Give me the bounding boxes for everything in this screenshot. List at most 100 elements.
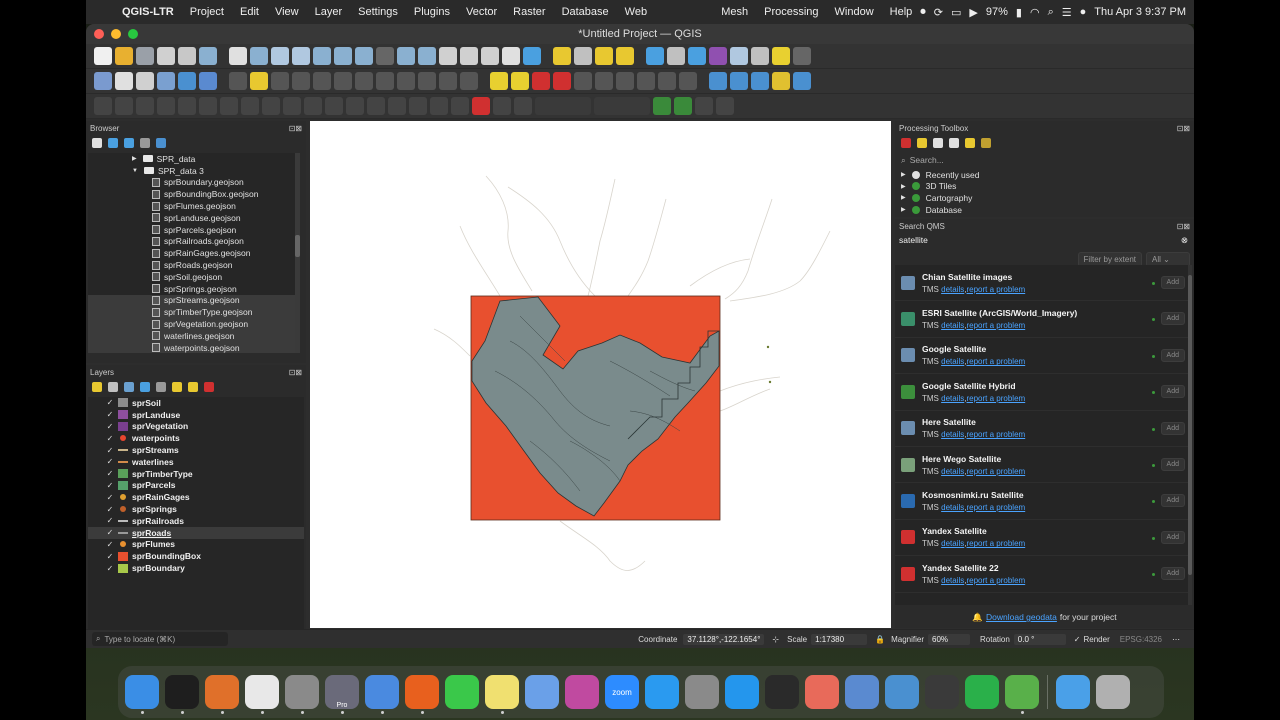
new-temporary-layer-icon[interactable] (178, 72, 196, 90)
save-edits-icon[interactable] (271, 72, 289, 90)
menu-processing[interactable]: Processing (756, 6, 826, 18)
new-spatialite-icon[interactable] (157, 72, 175, 90)
lock-scale-icon[interactable]: 🔒 (875, 635, 885, 644)
new-project-icon[interactable] (94, 47, 112, 65)
report-problem-link[interactable]: report a problem (966, 467, 1025, 476)
clock[interactable]: Thu Apr 3 9:37 PM (1094, 6, 1186, 18)
layer-item[interactable]: ✓ sprVegetation (88, 421, 304, 433)
map-tips-icon[interactable] (772, 47, 790, 65)
menu-window[interactable]: Window (827, 6, 882, 18)
shape-tool-icon[interactable] (136, 97, 154, 115)
topological-editing-icon[interactable] (653, 97, 671, 115)
layer-visibility-checkbox[interactable]: ✓ (102, 493, 118, 502)
report-problem-link[interactable]: report a problem (966, 503, 1025, 512)
menu-mesh[interactable]: Mesh (713, 6, 756, 18)
tree-file-item[interactable]: sprRoads.geojson (88, 259, 296, 271)
add-part-icon[interactable] (241, 97, 259, 115)
options-icon[interactable] (981, 138, 991, 148)
remove-layer-icon[interactable] (204, 382, 214, 392)
tree-file-item[interactable]: sprVegetation.geojson (88, 318, 296, 330)
reverse-line-icon[interactable] (367, 97, 385, 115)
tree-file-item[interactable]: sprFlumes.geojson (88, 200, 296, 212)
tree-folder-item[interactable]: ▶ SPR_data (88, 153, 296, 165)
models-icon[interactable] (901, 138, 911, 148)
layer-item[interactable]: ✓ sprBoundary (88, 562, 304, 574)
layer-visibility-checkbox[interactable]: ✓ (102, 540, 118, 549)
dock-terminal-icon[interactable] (165, 675, 199, 714)
redo-icon[interactable] (460, 72, 478, 90)
filter-by-expression-icon[interactable] (156, 382, 166, 392)
zoom-out-icon[interactable] (292, 47, 310, 65)
add-feature-icon[interactable] (292, 72, 310, 90)
menu-plugins[interactable]: Plugins (406, 6, 458, 18)
delete-selected-icon[interactable] (355, 72, 373, 90)
qms-scrollbar[interactable] (1188, 265, 1192, 605)
edit-features-in-place-icon[interactable] (965, 138, 975, 148)
dashboard-icon[interactable]: ▭ (951, 6, 961, 19)
snap-intersections-icon[interactable] (674, 97, 692, 115)
label-tool-icon[interactable] (490, 72, 508, 90)
refresh-icon[interactable] (523, 47, 541, 65)
sync-icon[interactable]: ⟳ (934, 6, 943, 19)
tree-file-item[interactable]: sprBoundary.geojson (88, 177, 296, 189)
processing-search[interactable]: ⌕ Search... (901, 153, 1188, 167)
layer-item[interactable]: ✓ sprRoads (88, 526, 304, 539)
layer-visibility-checkbox[interactable]: ✓ (102, 564, 118, 573)
menu-help[interactable]: Help (882, 6, 921, 18)
filter-legend-icon[interactable] (140, 382, 150, 392)
tree-file-item[interactable]: sprSprings.geojson (88, 283, 296, 295)
delete-part-icon[interactable] (304, 97, 322, 115)
pan-to-selection-icon[interactable] (250, 47, 268, 65)
qms-service-item[interactable]: Google Satellite Hybrid TMS details,repor… (895, 374, 1191, 411)
dock-finder-icon[interactable] (125, 675, 159, 714)
details-link[interactable]: details (941, 576, 964, 585)
snapping-icon[interactable] (472, 97, 490, 115)
layer-visibility-checkbox[interactable]: ✓ (102, 505, 118, 514)
layer-item[interactable]: ✓ sprFlumes (88, 539, 304, 551)
callout-icon[interactable] (658, 72, 676, 90)
coordinate-field[interactable]: 37.1128°,-122.1654° (683, 633, 765, 645)
snapping-units-select[interactable] (594, 97, 650, 115)
layer-visibility-checkbox[interactable]: ✓ (102, 434, 118, 443)
layer-visibility-checkbox[interactable]: ✓ (102, 457, 118, 466)
menu-raster[interactable]: Raster (505, 6, 553, 18)
processing-item[interactable]: ▶ Recently used (895, 169, 1194, 181)
open-table-icon[interactable] (730, 47, 748, 65)
layer-styling-icon[interactable] (92, 382, 102, 392)
open-project-icon[interactable] (115, 47, 133, 65)
dock-trash-icon[interactable] (1096, 675, 1130, 709)
tree-file-item[interactable]: sprSoil.geojson (88, 271, 296, 283)
filter-icon[interactable] (124, 138, 134, 148)
split-features-icon[interactable] (409, 97, 427, 115)
layer-item[interactable]: ✓ waterlines (88, 456, 304, 468)
menu-settings[interactable]: Settings (350, 6, 406, 18)
clear-search-icon[interactable]: ⊗ (1181, 235, 1188, 246)
play-icon[interactable]: ▶ (969, 6, 977, 19)
layer-visibility-checkbox[interactable]: ✓ (102, 410, 118, 419)
panel-float-close-icon[interactable]: ⊡⊠ (1177, 222, 1190, 231)
details-link[interactable]: details (941, 394, 964, 403)
cut-features-icon[interactable] (376, 72, 394, 90)
dock-settings-icon[interactable] (685, 675, 719, 709)
dock-grid-icon[interactable] (925, 675, 959, 709)
bookmark-icon[interactable] (481, 47, 499, 65)
style-manager-icon[interactable] (199, 47, 217, 65)
undo-icon[interactable] (439, 72, 457, 90)
help-icon[interactable] (793, 72, 811, 90)
zoom-last-icon[interactable] (397, 47, 415, 65)
data-source-manager-icon[interactable] (94, 72, 112, 90)
layer-visibility-checkbox[interactable]: ✓ (102, 398, 118, 407)
details-link[interactable]: details (941, 430, 964, 439)
tree-file-item[interactable]: sprRainGages.geojson (88, 247, 296, 259)
zoom-window-button[interactable] (128, 29, 138, 39)
dock-firefox-icon[interactable] (405, 675, 439, 714)
control-center-icon[interactable]: ☰ (1062, 6, 1072, 19)
select-by-expression-icon[interactable] (616, 47, 634, 65)
web-service-icon[interactable] (730, 72, 748, 90)
qms-service-item[interactable]: Yandex Satellite 22 TMS details,report a … (895, 556, 1191, 593)
report-problem-link[interactable]: report a problem (966, 357, 1025, 366)
zoom-in-icon[interactable] (271, 47, 289, 65)
qms-service-item[interactable]: Here Satellite TMS details,report a probl… (895, 411, 1191, 447)
crs-button[interactable]: EPSG:4326 (1120, 635, 1162, 644)
scale-feature-icon[interactable] (178, 97, 196, 115)
